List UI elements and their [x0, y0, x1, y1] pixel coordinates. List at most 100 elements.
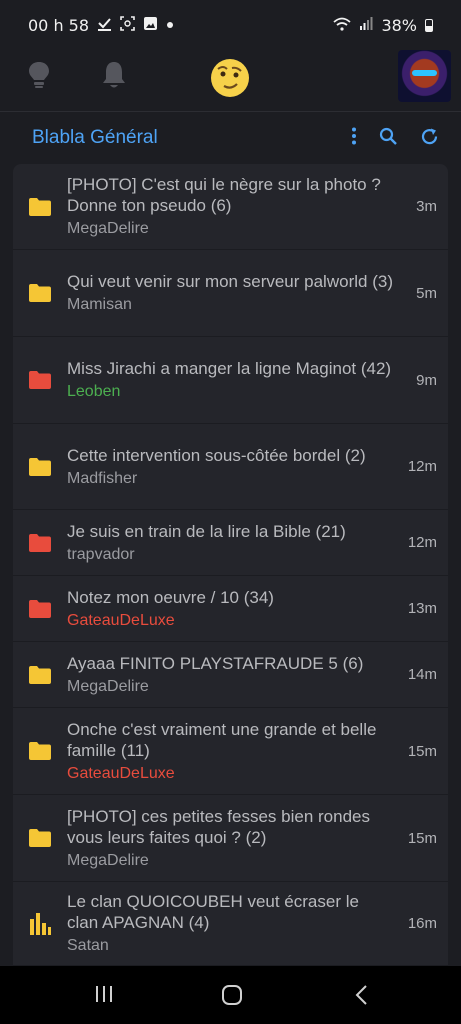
status-time: 00 h 58	[28, 15, 90, 35]
topic-title: Onche c'est vraiment une grande et belle…	[67, 719, 377, 760]
topic-author[interactable]: MegaDelire	[67, 851, 393, 871]
topic-title: Qui veut venir sur mon serveur palworld	[67, 272, 368, 291]
topic-author[interactable]: Satan	[67, 936, 393, 956]
back-icon[interactable]	[354, 984, 368, 1010]
topic-title-line: Je suis en train de la lire la Bible (21…	[67, 521, 393, 542]
folder-icon	[13, 599, 67, 619]
topic-title-line: Notez mon oeuvre / 10 (34)	[67, 587, 393, 608]
topic-time: 14m	[407, 666, 437, 683]
topic-row[interactable]: Miss Jirachi a manger la ligne Maginot (…	[13, 337, 448, 424]
topic-time: 15m	[407, 829, 437, 847]
status-bar: 00 h 58 38%	[0, 0, 461, 50]
topic-title-line: Le clan QUOICOUBEH veut écraser le clan …	[67, 891, 393, 933]
topic-content: Onche c'est vraiment une grande et belle…	[67, 719, 393, 784]
folder-icon	[13, 197, 67, 217]
folder-icon	[13, 370, 67, 390]
topic-title-line: [PHOTO] C'est qui le nègre sur la photo …	[67, 174, 393, 216]
battery-icon	[425, 18, 433, 32]
reply-count: (6)	[342, 653, 364, 673]
reply-count: (2)	[245, 827, 267, 847]
folder-icon	[13, 828, 67, 848]
topic-title-line: Ayaaa FINITO PLAYSTAFRAUDE 5 (6)	[67, 653, 393, 674]
top-navigation	[0, 50, 461, 112]
topic-title: Miss Jirachi a manger la ligne Maginot	[67, 359, 357, 378]
reply-count: (34)	[243, 587, 274, 607]
topic-author[interactable]: MegaDelire	[67, 677, 393, 697]
topic-content: Miss Jirachi a manger la ligne Maginot (…	[67, 358, 393, 402]
topic-row[interactable]: Notez mon oeuvre / 10 (34) GateauDeLuxe 13…	[13, 576, 448, 642]
forum-title: Blabla Général	[32, 127, 158, 148]
folder-icon	[13, 283, 67, 303]
recents-icon[interactable]	[94, 984, 114, 1008]
topic-author[interactable]: GateauDeLuxe	[67, 764, 393, 784]
topic-time: 16m	[407, 915, 437, 932]
topic-author[interactable]: MegaDelire	[67, 219, 393, 239]
system-navigation-bar	[0, 966, 461, 1024]
topic-row[interactable]: [PHOTO] ces petites fesses bien rondes v…	[13, 795, 448, 882]
topic-content: Qui veut venir sur mon serveur palworld …	[67, 271, 393, 315]
reply-count: (2)	[344, 445, 366, 465]
home-icon[interactable]	[221, 984, 243, 1010]
topic-content: [PHOTO] ces petites fesses bien rondes v…	[67, 806, 393, 871]
topic-title-line: [PHOTO] ces petites fesses bien rondes v…	[67, 806, 393, 848]
topic-title: Ayaaa FINITO PLAYSTAFRAUDE 5	[67, 653, 338, 673]
topic-content: Je suis en train de la lire la Bible (21…	[67, 521, 393, 565]
folder-icon	[13, 533, 67, 553]
topic-title: Notez mon oeuvre / 10	[67, 587, 239, 607]
topic-content: Le clan QUOICOUBEH veut écraser le clan …	[67, 891, 393, 956]
status-left: 00 h 58	[28, 16, 174, 35]
folder-icon	[13, 665, 67, 685]
topic-row[interactable]: Onche c'est vraiment une grande et belle…	[13, 708, 448, 795]
check-download-icon	[97, 16, 112, 35]
topic-title-line: Miss Jirachi a manger la ligne Maginot (…	[67, 358, 393, 379]
topic-author[interactable]: Madfisher	[67, 469, 393, 489]
refresh-icon[interactable]	[420, 127, 439, 150]
search-icon[interactable]	[379, 127, 398, 150]
topic-row[interactable]: Qui veut venir sur mon serveur palworld …	[13, 250, 448, 337]
more-vertical-icon[interactable]	[351, 127, 357, 149]
topic-row[interactable]: Le clan QUOICOUBEH veut écraser le clan …	[13, 882, 448, 966]
reply-count: (4)	[188, 913, 210, 932]
bell-icon[interactable]	[100, 60, 128, 94]
topic-title: Cette intervention sous-côtée bordel	[67, 445, 341, 465]
topic-time: 9m	[416, 371, 437, 389]
topic-row[interactable]: Je suis en train de la lire la Bible (21…	[13, 510, 448, 576]
topic-title: [PHOTO] ces petites fesses bien rondes v…	[67, 806, 370, 847]
topic-author[interactable]: GateauDeLuxe	[67, 611, 393, 631]
topic-row[interactable]: Cette intervention sous-côtée bordel (2)…	[13, 424, 448, 510]
topic-title: Le clan QUOICOUBEH veut écraser le clan …	[67, 892, 359, 932]
forum-header: Blabla Général	[0, 113, 461, 163]
topic-title-line: Onche c'est vraiment une grande et belle…	[67, 719, 393, 761]
topic-author[interactable]: Mamisan	[67, 295, 393, 315]
status-right: 38%	[333, 16, 433, 35]
reply-count: (11)	[120, 740, 150, 760]
topic-time: 12m	[407, 458, 437, 475]
topic-title-line: Cette intervention sous-côtée bordel (2)	[67, 445, 393, 466]
avatar[interactable]	[398, 50, 451, 102]
topic-time: 5m	[416, 284, 437, 302]
topic-list: [PHOTO] C'est qui le nègre sur la photo …	[13, 164, 448, 966]
topic-title: Je suis en train de la lire la Bible	[67, 521, 311, 541]
reply-count: (42)	[360, 359, 392, 378]
signal-icon	[359, 16, 373, 35]
topic-time: 12m	[407, 534, 437, 551]
topic-author[interactable]: trapvador	[67, 545, 393, 565]
topic-row[interactable]: Ayaaa FINITO PLAYSTAFRAUDE 5 (6) MegaDeli…	[13, 642, 448, 708]
image-icon	[143, 16, 158, 35]
wifi-icon	[333, 16, 352, 35]
topic-content: Ayaaa FINITO PLAYSTAFRAUDE 5 (6) MegaDeli…	[67, 653, 393, 697]
smiley-icon[interactable]	[209, 57, 251, 103]
topic-content: Cette intervention sous-côtée bordel (2)…	[67, 445, 393, 489]
reply-count: (21)	[315, 521, 346, 541]
screenshot-icon	[120, 15, 135, 35]
reply-count: (6)	[210, 196, 232, 215]
folder-icon	[13, 457, 67, 477]
topic-author[interactable]: Leoben	[67, 382, 393, 402]
topic-content: Notez mon oeuvre / 10 (34) GateauDeLuxe	[67, 587, 393, 631]
lightbulb-icon[interactable]	[26, 60, 52, 94]
topic-row[interactable]: [PHOTO] C'est qui le nègre sur la photo …	[13, 164, 448, 250]
topic-time: 3m	[416, 198, 437, 215]
topic-content: [PHOTO] C'est qui le nègre sur la photo …	[67, 174, 393, 239]
reply-count: (3)	[372, 272, 393, 291]
folder-icon	[13, 741, 67, 761]
